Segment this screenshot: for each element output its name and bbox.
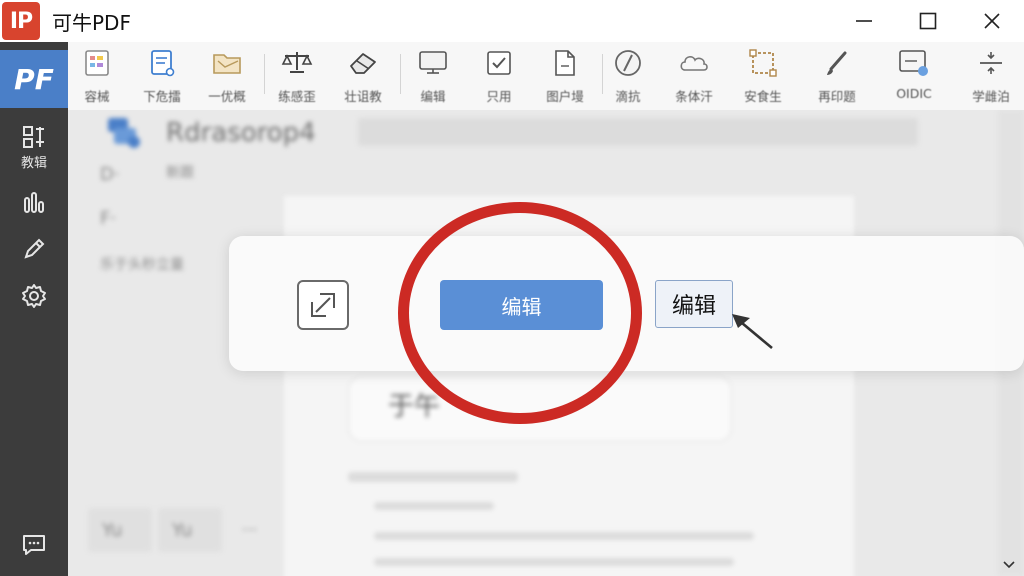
tool-document-edit[interactable]: 下危擂 [129, 46, 195, 108]
window-controls [832, 0, 1024, 42]
tool-label: 安食生 [744, 89, 782, 104]
tool-scale[interactable]: 练感歪 [264, 46, 330, 108]
sidebar-item-chart[interactable] [0, 190, 68, 216]
tool-compass[interactable]: 滴抗 [595, 46, 661, 108]
folder-icon [213, 54, 241, 74]
tool-edit[interactable]: 编辑 [400, 46, 466, 108]
tool-label: 条体汗 [675, 89, 713, 104]
gear-icon [22, 284, 46, 308]
chart-icon [24, 192, 44, 213]
tool-ocr[interactable]: OIDIC [881, 46, 947, 108]
tool-label: 滴抗 [615, 89, 641, 104]
crop-icon [749, 49, 777, 77]
page-icon [555, 50, 575, 76]
maximize-button[interactable] [896, 0, 960, 42]
tool-brush[interactable]: 再印题 [804, 46, 870, 108]
edit-layout-icon [23, 126, 44, 148]
close-icon [984, 13, 1000, 29]
sidebar-item-feedback[interactable] [0, 532, 68, 558]
expand-icon [311, 293, 335, 317]
app-logo: IP [2, 2, 40, 40]
maximize-icon [919, 12, 937, 30]
window-title: 可牛PDF [52, 10, 131, 35]
split-icon [980, 52, 1002, 74]
tool-cloud[interactable]: 条体汗 [661, 46, 727, 108]
tool-label: 编辑 [420, 89, 446, 104]
edit-button-secondary[interactable]: 编辑 [655, 280, 733, 328]
minimize-icon [856, 20, 872, 22]
eraser-icon [350, 53, 376, 74]
tool-page[interactable]: 图户墁 [532, 46, 598, 108]
tool-label: 容械 [84, 89, 110, 104]
monitor-icon [419, 51, 447, 74]
tool-label: 学雌泊 [972, 89, 1010, 104]
checkbox-icon [487, 51, 511, 75]
scale-icon [281, 52, 313, 73]
document-logo-icon [108, 118, 140, 148]
title-bar: IP 可牛PDF [0, 0, 1024, 42]
left-sidebar: PF 教辑 [0, 42, 68, 576]
tool-crop[interactable]: 安食生 [730, 46, 796, 108]
edit-button-primary[interactable]: 编辑 [440, 280, 603, 330]
close-button[interactable] [960, 0, 1024, 42]
cloud-icon [680, 56, 708, 71]
minimize-button[interactable] [832, 0, 896, 42]
brush-icon [827, 51, 847, 75]
tool-split[interactable]: 学雌泊 [958, 46, 1024, 108]
ocr-icon [899, 50, 928, 76]
document-heading: Rdrasorop4 [166, 118, 316, 148]
mouse-pointer-icon [732, 314, 773, 349]
edit-prompt-dialog: 编辑 编辑 [229, 236, 1024, 371]
expand-icon-button[interactable] [297, 280, 349, 330]
tool-check[interactable]: 只用 [466, 46, 532, 108]
tool-label: 壮诅教 [344, 89, 382, 104]
tool-label: 练感歪 [278, 89, 316, 104]
tool-label: OIDIC [896, 86, 932, 101]
sidebar-item-edit[interactable]: 教辑 [0, 124, 68, 171]
tool-label: 一优概 [208, 89, 246, 104]
template-icon [85, 50, 109, 76]
tool-label: 下危擂 [143, 89, 181, 104]
tool-template[interactable]: 容械 [64, 46, 130, 108]
sidebar-item-settings[interactable] [0, 282, 68, 310]
main-toolbar: 容械 下危擂 一优概 练感歪 壮诅教 编辑 只用 图户墁 滴抗 条体汗 安食生 [68, 42, 1024, 110]
pen-icon [24, 238, 45, 259]
tool-label: 只用 [486, 89, 512, 104]
sidebar-item-label: 教辑 [20, 156, 47, 171]
chevron-down-icon[interactable] [1002, 560, 1016, 570]
tool-label: 图户墁 [546, 89, 584, 104]
sidebar-item-pen[interactable] [0, 236, 68, 262]
chat-icon [23, 535, 45, 555]
sidebar-brand[interactable]: PF [0, 50, 68, 108]
tool-eraser[interactable]: 壮诅教 [330, 46, 396, 108]
tool-folder[interactable]: 一优概 [194, 46, 260, 108]
compass-icon [615, 50, 641, 76]
tool-label: 再印题 [818, 89, 856, 104]
document-edit-icon [151, 50, 175, 77]
